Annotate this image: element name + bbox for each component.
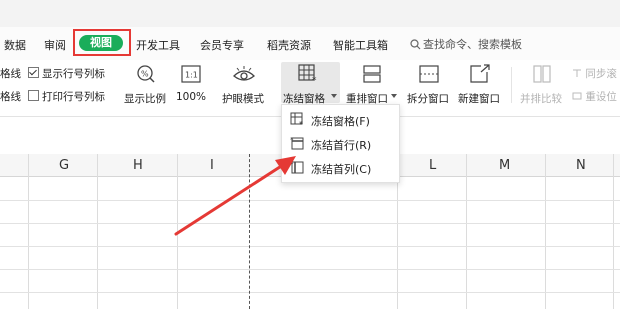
annotation-arrow: [174, 156, 296, 236]
